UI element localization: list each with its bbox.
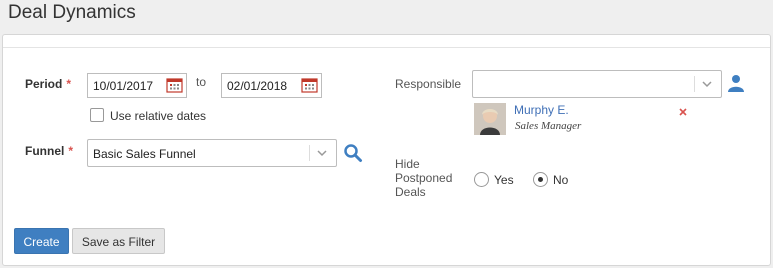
- hide-postponed-yes-label: Yes: [494, 173, 514, 187]
- responsible-person-name[interactable]: Murphy E.: [514, 103, 569, 117]
- responsible-select[interactable]: [472, 70, 722, 98]
- funnel-label: Funnel *: [25, 144, 73, 158]
- hide-postponed-label: Hide Postponed Deals: [395, 157, 452, 199]
- hide-postponed-label-line3: Deals: [395, 185, 426, 199]
- calendar-icon[interactable]: [300, 76, 319, 95]
- select-separator: [694, 76, 695, 92]
- user-icon[interactable]: [727, 74, 745, 92]
- page-title: Deal Dynamics: [8, 2, 136, 23]
- relative-dates-label: Use relative dates: [110, 109, 207, 123]
- calendar-icon[interactable]: [165, 76, 184, 95]
- radio-selected-dot: [538, 177, 543, 182]
- create-button[interactable]: Create: [14, 228, 69, 254]
- report-panel: Period * 10/01/2017 to 02/01/2018 Use re…: [2, 34, 771, 266]
- avatar: [474, 103, 506, 135]
- period-to-value: 02/01/2018: [227, 79, 288, 93]
- chevron-down-icon[interactable]: [701, 78, 713, 90]
- select-separator: [309, 145, 310, 161]
- period-label-text: Period: [25, 77, 63, 91]
- hide-postponed-no-label: No: [553, 173, 569, 187]
- period-required-mark: *: [66, 77, 72, 91]
- hide-postponed-label-line2: Postponed: [395, 171, 453, 185]
- panel-divider: [3, 47, 770, 48]
- hide-postponed-yes-radio[interactable]: [474, 172, 489, 187]
- period-label: Period *: [25, 77, 71, 91]
- funnel-label-text: Funnel: [25, 144, 65, 158]
- hide-postponed-no-radio[interactable]: [533, 172, 548, 187]
- period-to-label: to: [196, 75, 207, 89]
- chevron-down-icon[interactable]: [316, 147, 328, 159]
- hide-postponed-label-line1: Hide: [395, 157, 420, 171]
- funnel-select[interactable]: Basic Sales Funnel: [87, 139, 337, 167]
- relative-dates-checkbox[interactable]: [90, 108, 104, 122]
- period-from-input[interactable]: 10/01/2017: [87, 73, 187, 98]
- period-from-value: 10/01/2017: [93, 79, 154, 93]
- save-as-filter-button[interactable]: Save as Filter: [72, 228, 165, 254]
- responsible-label: Responsible: [395, 77, 462, 91]
- search-icon[interactable]: [343, 143, 363, 163]
- funnel-required-mark: *: [68, 144, 73, 158]
- funnel-value: Basic Sales Funnel: [93, 147, 196, 161]
- responsible-person-role: Sales Manager: [515, 120, 582, 132]
- remove-icon[interactable]: [678, 104, 688, 116]
- period-to-input[interactable]: 02/01/2018: [221, 73, 322, 98]
